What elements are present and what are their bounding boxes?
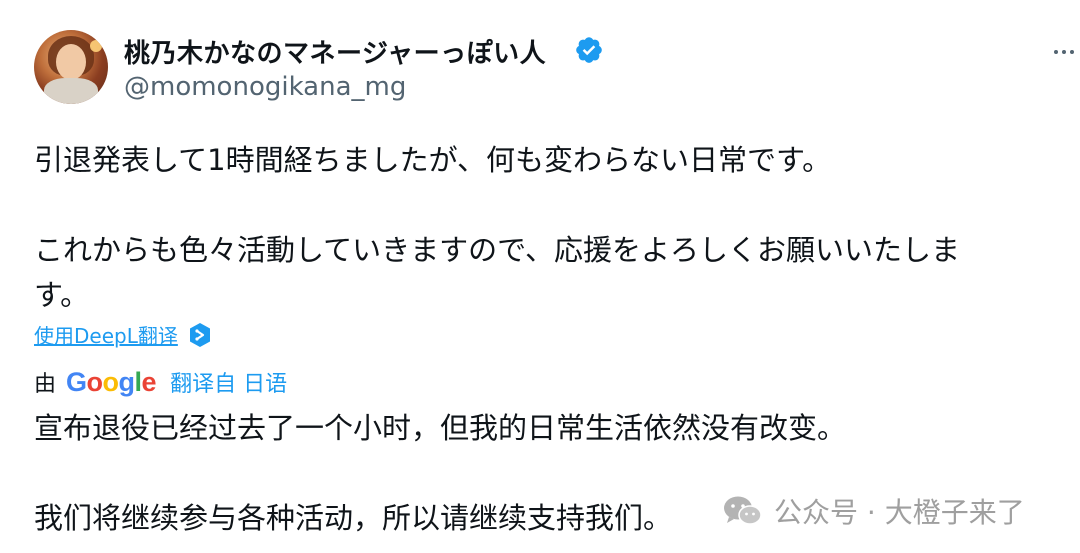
- display-name[interactable]: 桃乃木かなのマネージャーっぽい人: [124, 33, 546, 70]
- translated-from-link[interactable]: 翻译自 日语: [170, 366, 287, 398]
- avatar-face: [56, 44, 86, 80]
- tweet-card: 桃乃木かなのマネージャーっぽい人 @momonogikana_mg 引退発表して…: [0, 0, 1080, 553]
- deepl-label: 使用DeepL翻译: [34, 324, 178, 348]
- google-translate-attribution: 由 Google 翻译自 日语: [34, 366, 287, 398]
- tweet-text: 引退発表して1時間経ちましたが、何も変わらない日常です。 これからも色々活動して…: [34, 143, 960, 312]
- avatar-light: [90, 40, 102, 52]
- watermark-text: 公众号 · 大橙子来了: [774, 496, 1025, 529]
- avatar[interactable]: [34, 30, 108, 104]
- google-logo: Google: [66, 366, 157, 397]
- more-options-icon[interactable]: [1052, 40, 1076, 64]
- verified-badge-icon: [576, 37, 602, 63]
- deepl-translate-link[interactable]: 使用DeepL翻译: [34, 320, 212, 349]
- translated-by-label: 由: [34, 372, 57, 397]
- wechat-icon: [724, 496, 762, 525]
- deepl-icon: [189, 322, 210, 347]
- watermark: 公众号 · 大橙子来了: [722, 491, 1025, 531]
- avatar-shirt: [44, 78, 98, 104]
- user-handle[interactable]: @momonogikana_mg: [124, 72, 406, 102]
